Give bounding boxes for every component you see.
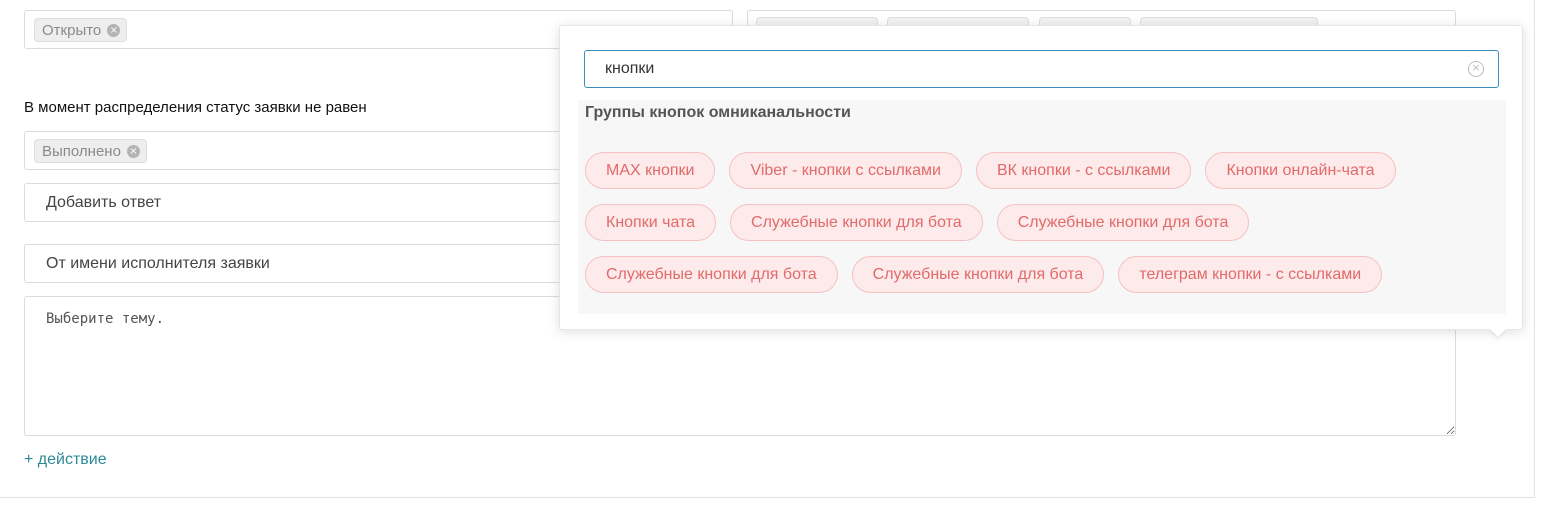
chip-telegram-buttons[interactable]: телеграм кнопки - с ссылками — [1118, 256, 1383, 293]
status-not-equal-label: В момент распределения статус заявки не … — [24, 99, 367, 116]
chip-service-bot-buttons[interactable]: Служебные кнопки для бота — [730, 204, 983, 241]
group-title: Группы кнопок омниканальности — [585, 104, 851, 121]
status-tag: Выполнено × — [34, 139, 147, 163]
popup-search-input[interactable] — [605, 51, 1455, 87]
chip-viber-buttons[interactable]: Viber - кнопки с ссылками — [729, 152, 962, 189]
popup-results: Группы кнопок омниканальности MAX кнопки… — [578, 100, 1506, 314]
chip-service-bot-buttons[interactable]: Служебные кнопки для бота — [585, 256, 838, 293]
chip-row: Кнопки чата Служебные кнопки для бота Сл… — [585, 204, 1500, 241]
chip-service-bot-buttons[interactable]: Служебные кнопки для бота — [996, 204, 1250, 241]
remove-tag-icon[interactable]: × — [107, 23, 121, 37]
status-tag: Открыто × — [34, 18, 128, 42]
add-answer-select-value: Добавить ответ — [46, 193, 162, 211]
chip-row: Служебные кнопки для бота Служебные кноп… — [585, 256, 1500, 293]
remove-tag-icon[interactable]: × — [126, 144, 140, 158]
chip-row: MAX кнопки Viber - кнопки с ссылками ВК … — [585, 152, 1500, 189]
chip-online-chat-buttons[interactable]: Кнопки онлайн-чата — [1205, 152, 1396, 189]
chip-vk-buttons[interactable]: ВК кнопки - с ссылками — [975, 152, 1192, 189]
button-group-popup: × Группы кнопок омниканальности MAX кноп… — [559, 25, 1523, 330]
status-tag-label: Открыто — [42, 21, 102, 39]
chip-max-buttons[interactable]: MAX кнопки — [585, 152, 716, 189]
clear-search-icon[interactable]: × — [1468, 61, 1484, 77]
popup-arrow — [1490, 329, 1506, 337]
chip-chat-buttons[interactable]: Кнопки чата — [585, 204, 717, 241]
author-select-value: От имени исполнителя заявки — [46, 254, 270, 272]
status-tag-label: Выполнено — [42, 142, 121, 160]
chip-service-bot-buttons[interactable]: Служебные кнопки для бота — [851, 256, 1105, 293]
popup-search-box[interactable]: × — [584, 50, 1499, 88]
add-action-link[interactable]: + действие — [24, 451, 107, 469]
chip-list: MAX кнопки Viber - кнопки с ссылками ВК … — [585, 152, 1500, 308]
